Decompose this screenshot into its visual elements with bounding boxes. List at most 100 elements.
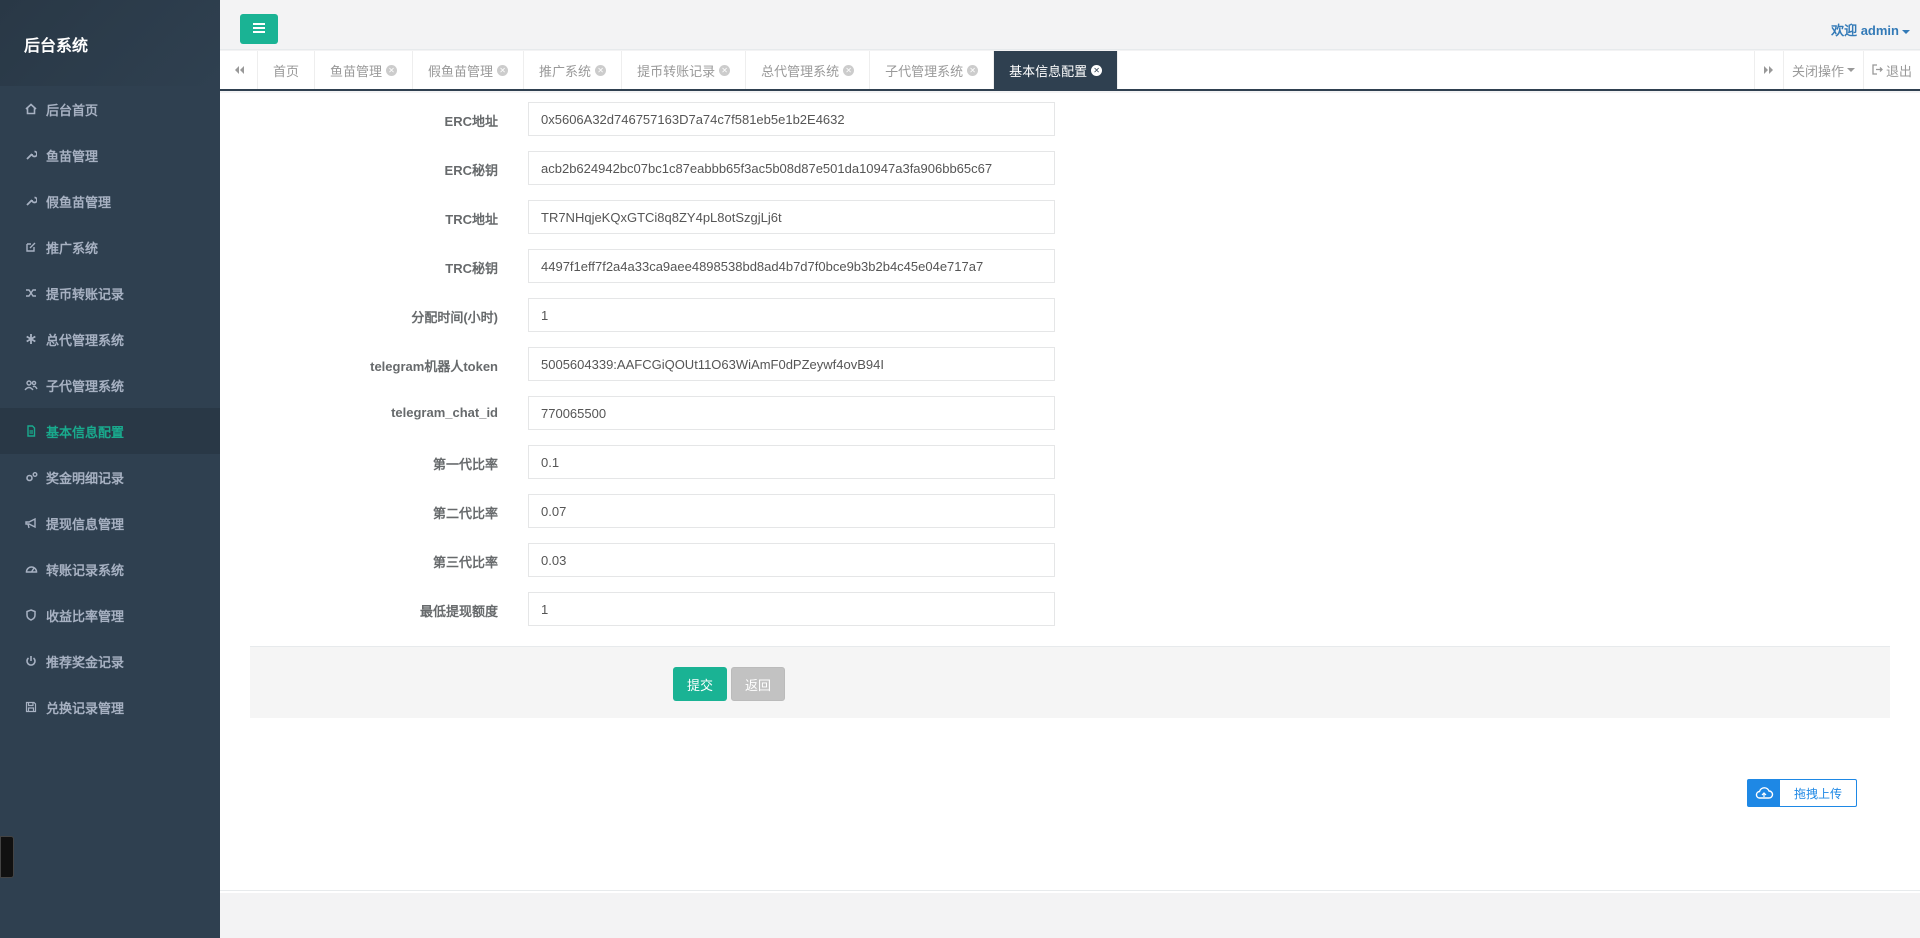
logout-label: 退出 (1885, 63, 1912, 79)
tabs-scroll-right-button[interactable] (1753, 51, 1783, 89)
field-label: 第一代比率 (432, 457, 498, 472)
close-icon[interactable]: ✕ (497, 64, 509, 76)
field-label: 最低提现额度 (419, 604, 498, 619)
drag-upload-button[interactable]: 拖拽上传 (1747, 779, 1857, 807)
form-row-trc-address: TRC地址 (220, 200, 1920, 234)
form-row-erc-address: ERC地址 (220, 102, 1920, 136)
tab-label: 总代管理系统 (761, 63, 840, 79)
sidebar-item-home[interactable]: 后台首页 (0, 86, 220, 132)
power-icon (24, 654, 38, 668)
form-row-gen2-ratio: 第二代比率 (220, 494, 1920, 528)
tab-sub-agent[interactable]: 子代管理系统 ✕ (870, 51, 995, 89)
menu-toggle-button[interactable] (240, 14, 278, 44)
form-row-telegram-chat-id: telegram_chat_id (220, 396, 1920, 430)
close-actions-dropdown[interactable]: 关闭操作 (1782, 51, 1863, 89)
close-icon[interactable]: ✕ (595, 64, 607, 76)
sidebar-logo-title: 后台系统 (0, 0, 220, 86)
sidebar-item-label: 假鱼苗管理 (46, 194, 112, 210)
close-icon[interactable]: ✕ (719, 64, 731, 76)
sidebar-item-transfer-records[interactable]: 转账记录系统 (0, 546, 220, 592)
hamburger-icon (252, 22, 266, 37)
trc-address-input[interactable] (528, 200, 1055, 234)
sidebar-item-referral-bonus[interactable]: 推荐奖金记录 (0, 638, 220, 684)
upload-label: 拖拽上传 (1793, 786, 1842, 801)
field-label: telegram机器人token (370, 359, 498, 374)
tab-label: 推广系统 (539, 63, 592, 79)
field-label: TRC地址 (445, 212, 498, 227)
sidebar-item-fake-fish[interactable]: 假鱼苗管理 (0, 178, 220, 224)
sidebar-item-label: 兑换记录管理 (46, 700, 125, 716)
tab-home[interactable]: 首页 (258, 51, 316, 89)
caret-down-icon (1846, 68, 1855, 72)
sidebar-item-profit-ratio[interactable]: 收益比率管理 (0, 592, 220, 638)
sidebar-item-label: 推广系统 (46, 240, 99, 256)
allocation-hours-input[interactable] (528, 298, 1055, 332)
tab-label: 鱼苗管理 (330, 63, 383, 79)
sidebar-item-label: 推荐奖金记录 (46, 654, 125, 670)
sidebar-item-exchange-records[interactable]: 兑换记录管理 (0, 684, 220, 730)
close-icon[interactable]: ✕ (386, 64, 398, 76)
sidebar-item-label: 奖金明细记录 (46, 470, 125, 486)
sidebar-item-bonus-detail[interactable]: 奖金明细记录 (0, 454, 220, 500)
tab-promotion[interactable]: 推广系统 ✕ (524, 51, 623, 89)
sidebar-item-label: 收益比率管理 (46, 608, 125, 624)
gen1-ratio-input[interactable] (528, 445, 1055, 479)
trc-key-input[interactable] (528, 249, 1055, 283)
side-collapse-handle[interactable] (0, 836, 14, 878)
submit-button[interactable]: 提交 (673, 667, 727, 701)
close-icon[interactable]: ✕ (967, 64, 979, 76)
tab-fish[interactable]: 鱼苗管理 ✕ (315, 51, 414, 89)
caret-down-icon (1902, 29, 1910, 34)
back-button[interactable]: 返回 (731, 667, 785, 701)
topbar: 欢迎 admin (220, 0, 1920, 50)
gen2-ratio-input[interactable] (528, 494, 1055, 528)
welcome-text: 欢迎 admin (1831, 23, 1899, 38)
sidebar-item-promotion[interactable]: 推广系统 (0, 224, 220, 270)
sign-out-icon (1872, 63, 1883, 78)
sidebar-item-withdraw-transfer[interactable]: 提币转账记录 (0, 270, 220, 316)
erc-address-input[interactable] (528, 102, 1055, 136)
footer (220, 893, 1920, 938)
sidebar-item-basic-config[interactable]: 基本信息配置 (0, 408, 220, 454)
field-label: 分配时间(小时) (411, 310, 498, 325)
cogs-icon (24, 470, 38, 484)
close-icon[interactable]: ✕ (843, 64, 855, 76)
shield-icon (24, 608, 38, 622)
tabs-list: 首页 鱼苗管理 ✕ 假鱼苗管理 ✕ 推广系统 ✕ 提币转账记录 ✕ 总代管理系统 ✕ 子代… (258, 51, 1119, 89)
min-withdraw-input[interactable] (528, 592, 1055, 626)
users-icon (24, 378, 38, 392)
tab-fake-fish[interactable]: 假鱼苗管理 ✕ (413, 51, 525, 89)
close-actions-label: 关闭操作 (1791, 63, 1844, 79)
home-icon (24, 102, 38, 116)
form-actions: 提交 返回 (250, 646, 1890, 718)
main-content: ERC地址 ERC秘钥 TRC地址 TRC秘钥 分配时间(小时) telegra… (220, 93, 1920, 893)
logout-button[interactable]: 退出 (1862, 51, 1920, 89)
sidebar-item-label: 转账记录系统 (46, 562, 125, 578)
tab-withdraw-transfer[interactable]: 提币转账记录 ✕ (622, 51, 747, 89)
tab-basic-config[interactable]: 基本信息配置 ✕ (994, 51, 1119, 89)
sidebar-item-withdraw-info[interactable]: 提现信息管理 (0, 500, 220, 546)
erc-key-input[interactable] (528, 151, 1055, 185)
tab-label: 子代管理系统 (885, 63, 964, 79)
gen3-ratio-input[interactable] (528, 543, 1055, 577)
wrench-icon (24, 194, 38, 208)
sidebar-item-label: 鱼苗管理 (46, 148, 99, 164)
tabs-bar: 首页 鱼苗管理 ✕ 假鱼苗管理 ✕ 推广系统 ✕ 提币转账记录 ✕ 总代管理系统 ✕ 子代… (220, 51, 1920, 91)
form-row-gen3-ratio: 第三代比率 (220, 543, 1920, 577)
form-row-telegram-token: telegram机器人token (220, 347, 1920, 381)
wrench-icon (24, 148, 38, 162)
content-divider (220, 890, 1920, 891)
tab-label: 假鱼苗管理 (428, 63, 494, 79)
sidebar-item-label: 后台首页 (46, 102, 99, 118)
telegram-token-input[interactable] (528, 347, 1055, 381)
telegram-chat-id-input[interactable] (528, 396, 1055, 430)
forward-icon (1763, 63, 1775, 78)
tab-general-agent[interactable]: 总代管理系统 ✕ (746, 51, 871, 89)
close-icon[interactable]: ✕ (1091, 64, 1103, 76)
asterisk-icon (24, 332, 38, 346)
sidebar-item-sub-agent[interactable]: 子代管理系统 (0, 362, 220, 408)
sidebar-item-fish[interactable]: 鱼苗管理 (0, 132, 220, 178)
user-menu[interactable]: 欢迎 admin (1831, 20, 1910, 39)
tabs-scroll-left-button[interactable] (220, 51, 258, 89)
sidebar-item-general-agent[interactable]: 总代管理系统 (0, 316, 220, 362)
